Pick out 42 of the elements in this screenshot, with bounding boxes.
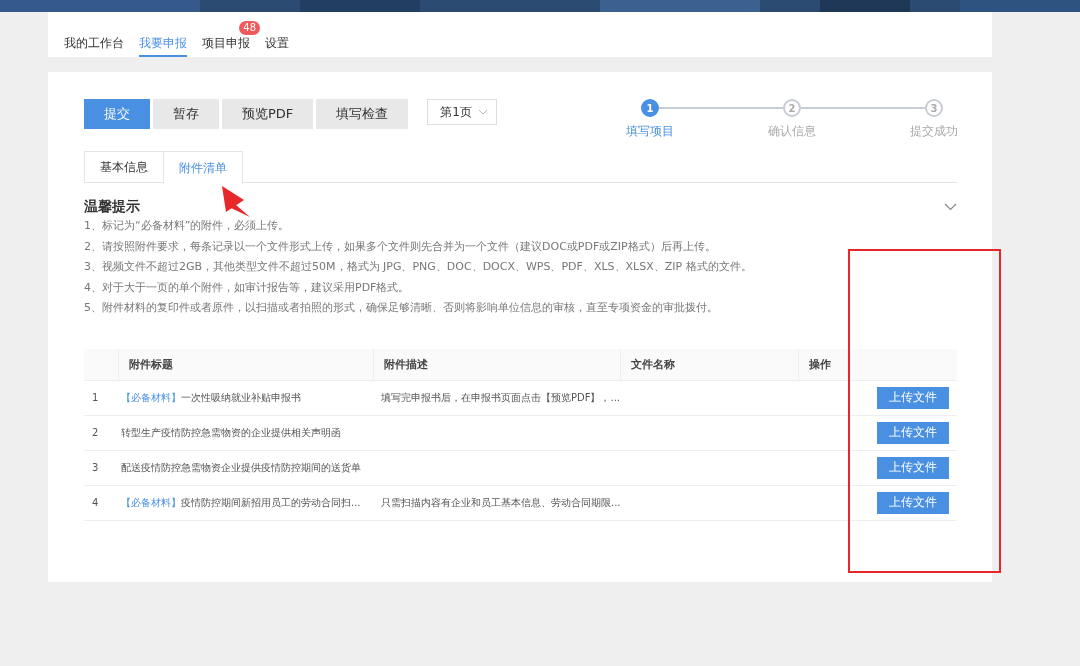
row-number: 1	[92, 392, 99, 403]
attachment-description: 填写完申报书后，在申报书页面点击【预览PDF】，...	[381, 390, 621, 405]
row-number: 4	[92, 497, 99, 508]
column-header: 文件名称	[631, 356, 675, 372]
chevron-down-icon	[477, 109, 488, 115]
required-tag: 【必备材料】	[121, 495, 181, 510]
required-tag: 【必备材料】	[121, 390, 181, 405]
tab[interactable]: 基本信息	[84, 151, 164, 182]
nav-tab[interactable]: 项目申报	[202, 35, 250, 57]
tips-title: 温馨提示	[84, 198, 140, 216]
nav-tab[interactable]: 设置	[265, 35, 289, 57]
step-number: 2	[783, 99, 801, 117]
step-number: 1	[641, 99, 659, 117]
attachment-title: 配送疫情防控急需物资企业提供疫情防控期间的送货单	[121, 460, 361, 475]
column-header: 附件标题	[129, 356, 173, 372]
count-badge: 48	[239, 21, 260, 35]
row-number: 2	[92, 427, 99, 438]
row-number: 3	[92, 462, 99, 473]
step-label: 提交成功	[910, 123, 958, 140]
page-select[interactable]: 第1页	[427, 99, 497, 125]
attachment-title: 疫情防控期间新招用员工的劳动合同扫...	[181, 495, 361, 510]
chevron-down-icon[interactable]	[944, 203, 957, 211]
tip-text: 3、视频文件不超过2GB，其他类型文件不超过50M，格式为 JPG、PNG、DOC、DOCX、WPS、PDF、XLS、XLSX、ZIP 格式的文件。	[84, 259, 753, 275]
column-header: 操作	[809, 356, 831, 372]
tip-text: 2、请按照附件要求，每条记录以一个文件形式上传，如果多个文件则先合并为一个文件（建议DOC或PDF或ZIP格式）后再上传。	[84, 238, 717, 255]
tab[interactable]: 附件清单	[163, 151, 243, 184]
step-label: 填写项目	[626, 123, 674, 140]
nav-tab[interactable]: 我要申报	[139, 35, 187, 57]
toolbar-button[interactable]: 预览PDF	[222, 99, 314, 129]
toolbar-button[interactable]: 暂存	[153, 99, 219, 129]
attachment-description: 只需扫描内容有企业和员工基本信息、劳动合同期限...	[381, 495, 621, 510]
tip-text: 5、附件材料的复印件或者原件，以扫描或者拍照的形式，确保足够清晰、否则将影响单位信息的审核，直至专项资金的审批拨付。	[84, 300, 719, 316]
tip-text: 4、对于大于一页的单个附件，如审计报告等，建议采用PDF格式。	[84, 279, 411, 296]
step-number: 3	[925, 99, 943, 117]
attachment-title: 一次性吸纳就业补贴申报书	[181, 390, 301, 405]
step-label: 确认信息	[768, 123, 816, 140]
nav-tab[interactable]: 我的工作台	[64, 35, 124, 57]
column-header: 附件描述	[384, 356, 428, 372]
arrow-annotation	[222, 186, 250, 217]
toolbar-button[interactable]: 填写检查	[316, 99, 409, 129]
tip-text: 1、标记为“必备材料”的附件，必须上传。	[84, 218, 291, 234]
attachment-title: 转型生产疫情防控急需物资的企业提供相关声明函	[121, 425, 341, 440]
